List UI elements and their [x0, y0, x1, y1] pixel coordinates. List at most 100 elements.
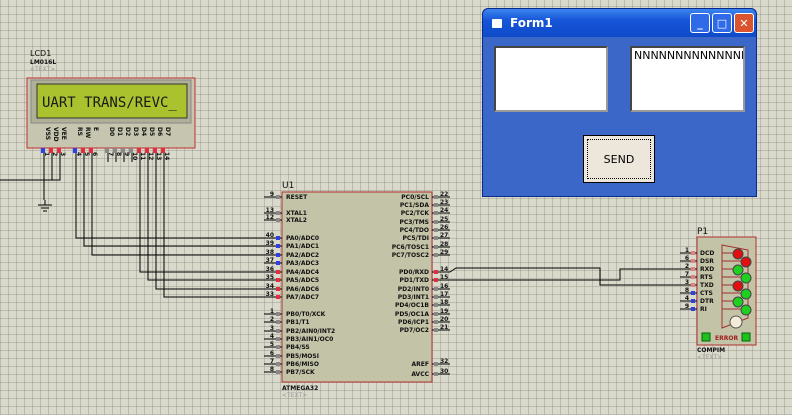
pin-state-indicator: [276, 218, 280, 222]
lcd-ref: LCD1: [30, 49, 51, 58]
mcu-pin-label: PD7/OC2: [400, 327, 429, 334]
lcd-pin-label: D6: [156, 127, 163, 136]
mcu-pin-label: XTAL2: [286, 217, 307, 224]
pin-state-indicator: [276, 244, 280, 248]
pin-state-indicator: [434, 295, 438, 299]
com-pin-label: DSR: [700, 258, 714, 265]
lcd-pin-number: 11: [139, 152, 146, 160]
pin-state-indicator: [434, 245, 438, 249]
mcu-pin-label: PA5/ADC5: [286, 277, 319, 284]
pin-state-indicator: [434, 220, 438, 224]
mcu-pin-number: 39: [266, 240, 274, 247]
wire: [91, 162, 264, 256]
mcu-pin-label: PD5/OC1A: [395, 311, 429, 318]
mcu-pin-label: PC7/TOSC2: [392, 252, 429, 259]
mcu-pin-label: PB2/AIN0/INT2: [286, 328, 335, 335]
pin-state-indicator: [276, 354, 280, 358]
pin-state-indicator: [691, 275, 695, 279]
mcu-pin-number: 16: [440, 283, 448, 290]
compim-component[interactable]: P1 ERROR COMPIM <TEXT> 1 DCD 6 DSR 2 RXD 7 RTS 3…: [680, 227, 757, 361]
lcd-pin-number: 8: [115, 152, 122, 156]
mcu-pin-number: 19: [440, 308, 448, 315]
mcu-pin-number: 20: [440, 316, 448, 323]
pin-state-indicator: [276, 278, 280, 282]
lcd-pin-number: 13: [155, 152, 162, 160]
pin-state-indicator: [434, 253, 438, 257]
send-button[interactable]: SEND: [583, 135, 655, 183]
mcu-pin-number: 33: [266, 291, 274, 298]
mcu-pin-label: AVCC: [411, 371, 429, 378]
pin-state-indicator: [434, 203, 438, 207]
mcu-pin-label: PC1/SDA: [400, 202, 429, 209]
pin-state-indicator: [276, 370, 280, 374]
lcd-pin-label: D0: [108, 127, 115, 136]
pin-state-indicator: [691, 267, 695, 271]
mcu-pin-label: PD1/TXD: [400, 277, 429, 284]
pin-state-indicator: [434, 362, 438, 366]
minimize-button[interactable]: _: [690, 13, 710, 33]
send-textbox[interactable]: [494, 46, 608, 112]
com-ref: P1: [697, 227, 708, 237]
pin-state-indicator: [691, 259, 695, 263]
lcd-component[interactable]: LCD1 LM016L <TEXT> UART TRANS/REVC_ VSS 1…: [26, 49, 196, 162]
green-led-icon: [740, 304, 752, 316]
lcd-pin-label: VDD: [52, 127, 59, 142]
mcu-pin-number: 25: [440, 216, 448, 223]
red-led-icon: [732, 280, 744, 292]
mcu-pin-number: 32: [440, 358, 448, 365]
com-part: COMPIM: [697, 347, 725, 354]
com-pin-label: TXD: [700, 282, 714, 289]
pin-state-indicator: [276, 270, 280, 274]
mcu-ref: U1: [282, 181, 294, 191]
lcd-pin-label: D1: [116, 127, 123, 136]
mcu-pin-label: PB6/MISO: [286, 361, 319, 368]
mcu-pin-label: PD3/INT1: [398, 294, 429, 301]
pin-state-indicator: [276, 312, 280, 316]
com-pin-number: 7: [685, 271, 689, 278]
mcu-pin-label: AREF: [412, 361, 429, 368]
red-led-icon: [740, 256, 752, 268]
receive-textbox[interactable]: NNNNNNNNNNNNNNN: [630, 46, 745, 112]
pin-state-indicator: [276, 320, 280, 324]
mcu-text: <TEXT>: [282, 392, 307, 399]
com-pin-number: 4: [685, 295, 689, 302]
mcu-pin-number: 36: [266, 266, 274, 273]
mcu-pin-number: 13: [266, 207, 274, 214]
com-pin-number: 1: [685, 247, 689, 254]
pin-state-indicator: [434, 211, 438, 215]
mcu-pin-number: 4: [270, 333, 274, 340]
pin-state-indicator: [434, 328, 438, 332]
mcu-pin-label: PB3/AIN1/OC0: [286, 336, 333, 343]
lcd-pin-number: 6: [91, 152, 98, 156]
mcu-pin-label: PC5/TDI: [403, 235, 429, 242]
lcd-pin-label: D4: [140, 127, 147, 136]
pin-state-indicator: [434, 320, 438, 324]
lcd-pin-number: 1: [43, 152, 50, 156]
mcu-pin-label: PC0/SCL: [401, 194, 429, 201]
mcu-pin-number: 1: [270, 308, 274, 315]
mcu-pin-label: PD4/OC1B: [395, 302, 429, 309]
mcu-pin-label: PA0/ADC0: [286, 235, 319, 242]
close-button[interactable]: ✕: [734, 13, 754, 33]
maximize-button[interactable]: □: [712, 13, 732, 33]
mcu-pin-label: PA1/ADC1: [286, 243, 319, 250]
pin-state-indicator: [434, 303, 438, 307]
lcd-pin-label: VEE: [60, 127, 67, 140]
mcu-pin-label: PB5/MOSI: [286, 353, 319, 360]
mcu-pin-number: 26: [440, 224, 448, 231]
mcu-pin-label: PD0/RXD: [399, 269, 429, 276]
mcu-pin-number: 24: [440, 207, 448, 214]
mcu-pin-number: 29: [440, 249, 448, 256]
mcu-pin-number: 6: [270, 350, 274, 357]
mcu-component[interactable]: U1 ATMEGA32 <TEXT> 9 RESET13 XTAL112 XTAL24…: [264, 181, 450, 399]
mcu-pin-label: PC6/TOSC1: [392, 244, 429, 251]
mcu-pin-number: 21: [440, 324, 448, 331]
tx-led-icon: [741, 332, 751, 342]
green-led-icon: [732, 264, 744, 276]
lcd-text: <TEXT>: [30, 66, 55, 73]
mcu-pin-number: 28: [440, 241, 448, 248]
mcu-pin-label: PC3/TMS: [399, 219, 429, 226]
title-bar[interactable]: Form1 _ □ ✕: [483, 9, 756, 37]
form1-window: Form1 _ □ ✕ NNNNNNNNNNNNNNN SEND: [482, 8, 757, 197]
pin-state-indicator: [434, 236, 438, 240]
